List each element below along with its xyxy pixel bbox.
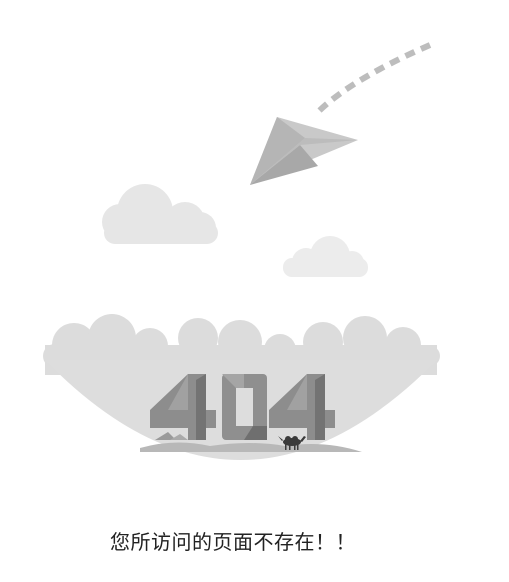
404-illustration [43, 42, 440, 460]
paper-plane-icon [250, 117, 358, 185]
cloud-icon [102, 184, 218, 244]
error-message: 您所访问的页面不存在！！ [110, 530, 356, 554]
error-page: 您所访问的页面不存在！！ [0, 0, 509, 582]
cloud-icon [283, 236, 368, 277]
flight-trail [315, 42, 432, 115]
